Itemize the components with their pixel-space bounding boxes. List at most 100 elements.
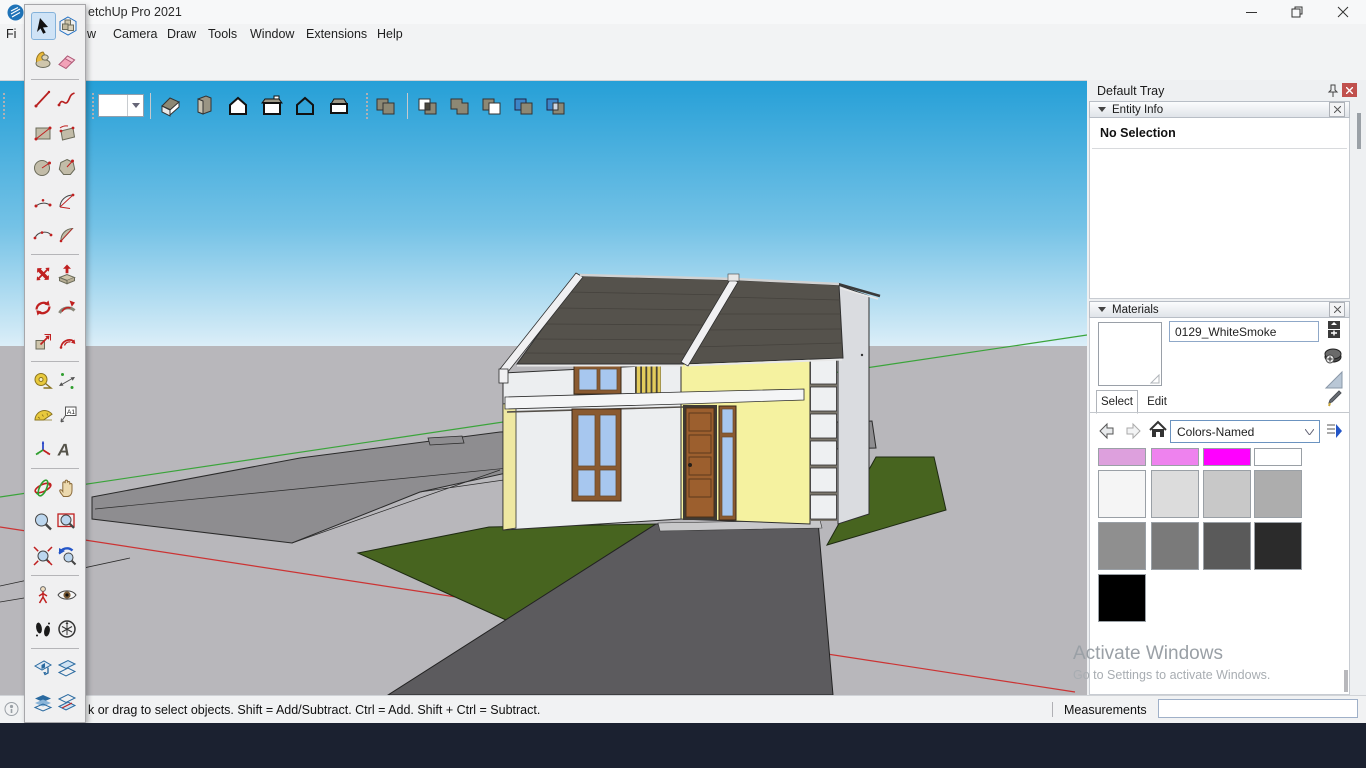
menu-tools[interactable]: Tools xyxy=(208,27,237,41)
help-icon[interactable] xyxy=(4,701,19,718)
rotate-tool[interactable] xyxy=(31,295,55,321)
material-name-field[interactable]: 0129_WhiteSmoke xyxy=(1169,321,1319,342)
material-swatch[interactable] xyxy=(1203,522,1251,570)
zoom-extents-tool[interactable] xyxy=(31,543,55,569)
secondary-pane-button[interactable] xyxy=(1326,320,1342,340)
menu-help[interactable]: Help xyxy=(377,27,403,41)
menu-window[interactable]: Window xyxy=(250,27,294,41)
tray-scrollbar-thumb[interactable] xyxy=(1357,113,1361,149)
materials-close-button[interactable] xyxy=(1329,302,1345,317)
forward-button[interactable] xyxy=(1122,422,1142,440)
rotated-rectangle-tool[interactable] xyxy=(55,120,79,146)
material-swatch[interactable] xyxy=(1254,522,1302,570)
rectangle-tool[interactable] xyxy=(31,120,55,146)
arc-tool[interactable] xyxy=(55,188,79,214)
push-pull-tool[interactable] xyxy=(55,261,79,287)
material-swatch[interactable] xyxy=(1098,522,1146,570)
subtract-button[interactable] xyxy=(478,92,506,120)
back-view-button[interactable] xyxy=(291,92,319,120)
tray-close-button[interactable] xyxy=(1342,83,1357,97)
home-button[interactable] xyxy=(1148,420,1168,440)
three-point-arc-tool[interactable] xyxy=(31,222,55,248)
position-camera-tool[interactable] xyxy=(31,582,55,608)
create-material-button[interactable] xyxy=(1322,344,1344,366)
measurements-input[interactable] xyxy=(1158,699,1358,718)
collection-dropdown[interactable]: Colors-Named xyxy=(1170,420,1320,443)
iso-view-button[interactable] xyxy=(156,92,184,120)
turn-walk-tool[interactable] xyxy=(55,616,79,642)
material-swatch[interactable] xyxy=(1203,448,1251,466)
tape-measure-tool[interactable] xyxy=(31,368,55,394)
close-button[interactable] xyxy=(1322,0,1364,24)
minimize-button[interactable] xyxy=(1230,0,1272,24)
tab-select[interactable]: Select xyxy=(1096,390,1138,414)
line-tool[interactable] xyxy=(31,86,55,112)
menu-camera[interactable]: Camera xyxy=(113,27,157,41)
select-tool[interactable] xyxy=(31,12,56,40)
material-swatch[interactable] xyxy=(1203,470,1251,518)
back-button[interactable] xyxy=(1098,422,1118,440)
modeling-viewport[interactable] xyxy=(0,80,1087,695)
eyedropper-button[interactable] xyxy=(1326,390,1342,408)
top-view-button[interactable] xyxy=(258,92,286,120)
trim-button[interactable] xyxy=(510,92,538,120)
material-swatch[interactable] xyxy=(1254,470,1302,518)
zoom-previous-tool[interactable] xyxy=(55,543,79,569)
tray-scrollbar[interactable] xyxy=(1353,101,1366,695)
toolbar-grip[interactable] xyxy=(366,93,368,119)
sample-paint-button[interactable] xyxy=(1324,370,1344,390)
entity-info-header[interactable]: Entity Info xyxy=(1089,101,1350,118)
menu-draw[interactable]: Draw xyxy=(167,27,196,41)
menu-view[interactable]: w xyxy=(87,27,96,41)
menu-file[interactable]: Fi xyxy=(6,27,16,41)
follow-me-tool[interactable] xyxy=(55,295,79,321)
material-swatch[interactable] xyxy=(1098,448,1146,466)
toolbar-grip[interactable] xyxy=(92,93,94,119)
3d-text-tool[interactable]: A xyxy=(55,436,79,462)
right-view-button[interactable] xyxy=(190,92,218,120)
axes-tool[interactable] xyxy=(31,436,55,462)
pie-tool[interactable] xyxy=(55,222,79,248)
section-plane-tool[interactable] xyxy=(31,655,55,681)
split-button[interactable] xyxy=(542,92,570,120)
paint-bucket-tool[interactable] xyxy=(31,47,55,73)
section-display-tool[interactable] xyxy=(55,655,79,681)
material-swatch[interactable] xyxy=(1098,470,1146,518)
pin-button[interactable] xyxy=(1327,84,1339,97)
materials-header[interactable]: Materials xyxy=(1089,301,1350,318)
protractor-tool[interactable] xyxy=(31,402,55,428)
material-swatch[interactable] xyxy=(1151,522,1199,570)
material-swatch[interactable] xyxy=(1151,470,1199,518)
front-view-button[interactable] xyxy=(224,92,252,120)
circle-tool[interactable] xyxy=(31,154,55,180)
material-swatch[interactable] xyxy=(1151,448,1199,466)
tab-edit[interactable]: Edit xyxy=(1140,392,1174,412)
orbit-tool[interactable] xyxy=(31,475,55,501)
material-swatch[interactable] xyxy=(1098,574,1146,622)
outer-shell-button[interactable] xyxy=(372,92,400,120)
section-cuts-tool[interactable] xyxy=(31,689,55,715)
detail-list-button[interactable] xyxy=(1324,422,1344,440)
scale-tool[interactable] xyxy=(31,329,55,355)
eraser-tool[interactable] xyxy=(55,47,79,73)
zoom-window-tool[interactable] xyxy=(55,509,79,535)
two-point-arc-tool[interactable] xyxy=(31,188,55,214)
resize-handle-icon[interactable] xyxy=(1150,374,1160,384)
union-button[interactable] xyxy=(446,92,474,120)
move-tool[interactable] xyxy=(31,261,55,287)
entity-info-close-button[interactable] xyxy=(1329,102,1345,117)
intersect-button[interactable] xyxy=(414,92,442,120)
maximize-button[interactable] xyxy=(1276,0,1318,24)
swatch-scrollbar-thumb[interactable] xyxy=(1344,670,1348,692)
freehand-tool[interactable] xyxy=(55,86,79,112)
menu-extensions[interactable]: Extensions xyxy=(306,27,367,41)
offset-tool[interactable] xyxy=(55,329,79,355)
text-tool[interactable]: A1 xyxy=(55,402,79,428)
left-view-button[interactable] xyxy=(325,92,353,120)
material-swatch[interactable] xyxy=(1254,448,1302,466)
section-fill-tool[interactable] xyxy=(55,689,79,715)
look-around-tool[interactable] xyxy=(55,582,79,608)
polygon-tool[interactable] xyxy=(55,154,79,180)
zoom-tool[interactable] xyxy=(31,509,55,535)
make-component-tool[interactable] xyxy=(56,13,79,39)
